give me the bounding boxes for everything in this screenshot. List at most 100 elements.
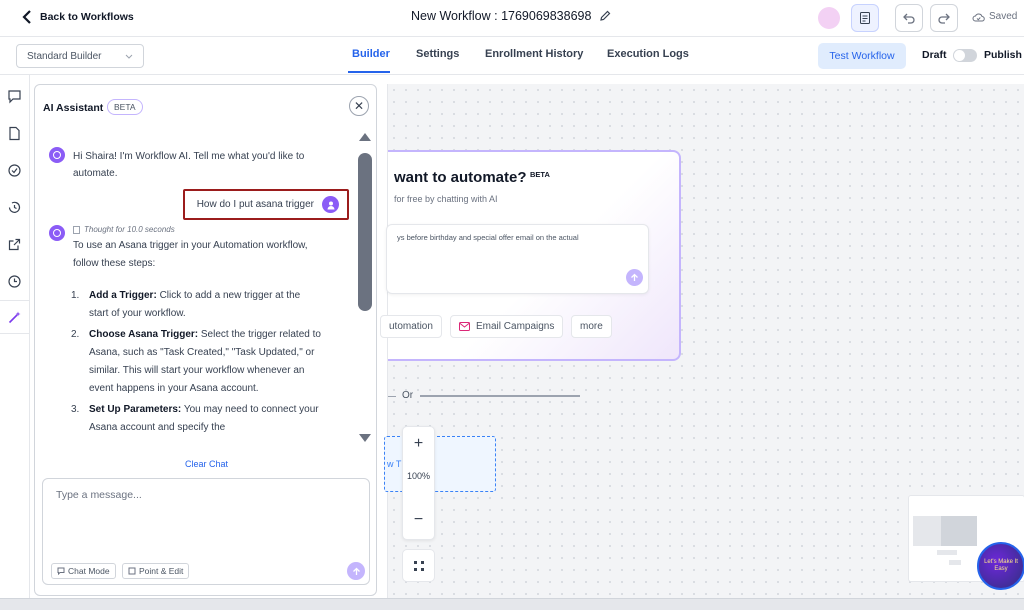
document-icon (860, 12, 870, 24)
builder-type-select[interactable]: Standard Builder (16, 44, 144, 68)
divider (420, 395, 580, 397)
saved-status: Saved (972, 11, 1017, 22)
minus-icon: − (413, 511, 424, 528)
publish-toggle[interactable] (953, 49, 977, 62)
card-prompt-text: ys before birthday and special offer ema… (397, 233, 579, 242)
scrollbar-thumb[interactable] (358, 153, 372, 311)
plus-icon: + (413, 435, 424, 452)
card-title: want to automate? (394, 169, 527, 186)
user-avatar[interactable] (818, 7, 840, 29)
bottom-scrollbar[interactable] (0, 598, 1024, 610)
minimap-node (937, 550, 957, 555)
ai-response-intro: To use an Asana trigger in your Automati… (73, 240, 308, 269)
zoom-in-button[interactable]: + (403, 431, 434, 457)
step-title: Set Up Parameters: (89, 404, 182, 415)
test-workflow-button[interactable]: Test Workflow (818, 43, 906, 69)
chip-label: utomation (389, 321, 433, 332)
tab-enrollment-history[interactable]: Enrollment History (485, 48, 583, 60)
thought-indicator: Thought for 10.0 seconds (73, 225, 175, 234)
message-input[interactable]: Type a message... Chat Mode Point & Edit (42, 478, 370, 585)
clear-chat-link[interactable]: Clear Chat (35, 459, 378, 469)
chip-label: Email Campaigns (476, 321, 555, 332)
tab-builder[interactable]: Builder (352, 48, 390, 60)
draft-label: Draft (922, 49, 947, 61)
tab-execution-logs[interactable]: Execution Logs (607, 48, 689, 60)
chevron-down-icon (125, 54, 133, 59)
step-number: 1. (71, 290, 80, 301)
user-message: How do I put asana trigger (183, 189, 349, 220)
chip-label: more (580, 321, 603, 332)
ai-greeting-message: Hi Shaira! I'm Workflow AI. Tell me what… (73, 151, 305, 179)
publish-label: Publish (984, 49, 1022, 61)
top-bar: Back to Workflows New Workflow : 1769069… (0, 0, 1024, 37)
magic-wand-icon[interactable] (5, 308, 23, 326)
minimap-node (949, 560, 961, 565)
expand-icon (413, 560, 424, 571)
point-edit-button[interactable]: Point & Edit (122, 563, 190, 579)
list-item: 2. Choose Asana Trigger: Select the trig… (71, 326, 321, 398)
add-trigger-text: w T (387, 459, 402, 469)
chat-icon (57, 567, 65, 575)
redo-icon (938, 13, 950, 24)
scroll-up-arrow[interactable] (359, 133, 371, 141)
divider (388, 396, 396, 397)
add-trigger-placeholder[interactable]: w T (384, 436, 496, 492)
card-prompt-input[interactable]: ys before birthday and special offer ema… (386, 224, 649, 294)
history-icon[interactable] (5, 198, 23, 216)
thought-doc-icon (73, 225, 80, 234)
undo-button[interactable] (895, 4, 923, 32)
mail-icon (459, 322, 470, 331)
chip-more[interactable]: more (571, 315, 612, 338)
step-number: 3. (71, 404, 80, 415)
chip-automation[interactable]: utomation (380, 315, 442, 338)
user-avatar-icon (322, 196, 339, 213)
workflow-canvas[interactable]: want to automate? BETA for free by chatt… (380, 84, 1024, 598)
fit-view-button[interactable] (402, 549, 435, 582)
builder-select-value: Standard Builder (27, 50, 102, 62)
chevron-left-icon (22, 10, 31, 24)
workflow-title-text: New Workflow : 1769069838698 (411, 9, 592, 23)
builder-toolbar: Standard Builder Builder Settings Enroll… (0, 37, 1024, 75)
tab-settings[interactable]: Settings (416, 48, 459, 60)
redo-button[interactable] (930, 4, 958, 32)
chip-email-campaigns[interactable]: Email Campaigns (450, 315, 564, 338)
workflow-title[interactable]: New Workflow : 1769069838698 (411, 9, 611, 23)
clock-icon[interactable] (5, 272, 23, 290)
left-rail (0, 75, 30, 605)
arrow-up-icon (631, 273, 638, 281)
undo-icon (903, 13, 915, 24)
back-to-workflows-link[interactable]: Back to Workflows (22, 10, 134, 24)
close-icon: ✕ (353, 99, 365, 113)
send-button[interactable] (347, 562, 365, 580)
back-label: Back to Workflows (40, 11, 134, 23)
file-icon[interactable] (5, 124, 23, 142)
scroll-down-arrow[interactable] (359, 434, 371, 442)
zoom-controls: + 100% − (402, 426, 435, 540)
external-link-icon[interactable] (5, 235, 23, 253)
close-button[interactable]: ✕ (349, 96, 369, 116)
ai-assistant-panel: AI Assistant BETA ✕ Hi Shaira! I'm Workf… (34, 84, 377, 596)
zoom-out-button[interactable]: − (403, 507, 434, 533)
beta-badge: BETA (107, 99, 143, 115)
chat-icon[interactable] (5, 87, 23, 105)
chat-mode-label: Chat Mode (68, 566, 110, 576)
assistant-launcher-button[interactable]: Let's Make It Easy (977, 542, 1024, 590)
ai-avatar-icon (49, 225, 65, 241)
active-tab-indicator (348, 71, 390, 73)
minimap-node (941, 516, 977, 546)
chat-mode-button[interactable]: Chat Mode (51, 563, 116, 579)
workflow-log-button[interactable] (851, 4, 879, 32)
message-placeholder: Type a message... (56, 489, 142, 501)
launcher-text: Let's Make It Easy (984, 559, 1018, 572)
list-item: 3. Set Up Parameters: You may need to co… (71, 401, 321, 437)
card-subtitle: for free by chatting with AI (394, 194, 498, 204)
panel-title: AI Assistant (43, 102, 104, 114)
card-send-button[interactable] (626, 269, 643, 286)
ai-avatar-icon (49, 147, 65, 163)
saved-label: Saved (989, 11, 1018, 22)
step-number: 2. (71, 329, 80, 340)
step-title: Choose Asana Trigger: (89, 329, 199, 340)
card-beta-badge: BETA (530, 170, 550, 179)
check-circle-icon[interactable] (5, 161, 23, 179)
pencil-icon[interactable] (599, 10, 611, 22)
